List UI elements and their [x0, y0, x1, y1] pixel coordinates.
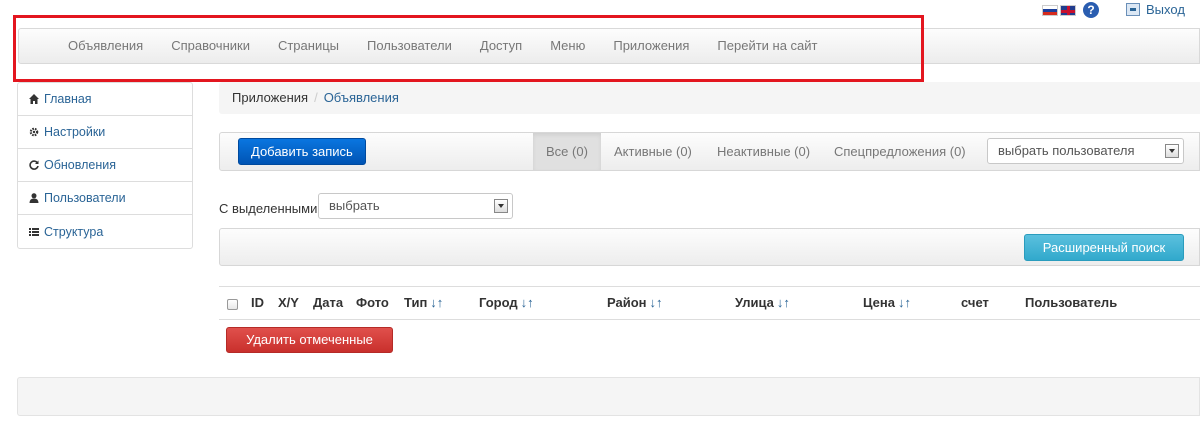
sidebar: Главная Настройки Обновления Пользовател…	[17, 82, 193, 249]
sort-arrows-icon[interactable]: ↓↑	[895, 295, 911, 310]
flag-uk-icon[interactable]	[1060, 5, 1076, 16]
delete-selected-button[interactable]: Удалить отмеченные	[226, 327, 393, 353]
tab-special-offers[interactable]: Спецпредложения (0)	[821, 133, 979, 170]
sidebar-item-label: Главная	[44, 92, 92, 106]
column-header-street[interactable]: Улица ↓↑	[735, 287, 790, 319]
column-header-label: Город	[479, 295, 518, 310]
help-icon[interactable]: ?	[1083, 2, 1099, 18]
column-header-account: счет	[961, 295, 989, 310]
column-header-photo: Фото	[356, 295, 389, 310]
sidebar-item-users[interactable]: Пользователи	[18, 182, 192, 215]
breadcrumb-item-apps[interactable]: Приложения	[232, 90, 308, 105]
chevron-down-icon	[494, 199, 508, 213]
advanced-search-button[interactable]: Расширенный поиск	[1024, 234, 1184, 261]
sidebar-item-label: Пользователи	[44, 191, 126, 205]
table-header: ID X/Y Дата Фото Тип ↓↑ Город ↓↑ Район ↓↑ У…	[219, 286, 1200, 320]
sort-arrows-icon[interactable]: ↓↑	[518, 295, 534, 310]
chevron-down-icon	[1165, 144, 1179, 158]
sidebar-item-updates[interactable]: Обновления	[18, 149, 192, 182]
tab-active[interactable]: Активные (0)	[601, 133, 705, 170]
column-header-id: ID	[251, 295, 264, 310]
sidebar-item-home[interactable]: Главная	[18, 83, 192, 116]
column-header-label: Тип	[404, 295, 428, 310]
logout-label: Выход	[1146, 2, 1185, 17]
breadcrumb-item-ads[interactable]: Объявления	[324, 90, 399, 105]
sidebar-item-settings[interactable]: Настройки	[18, 116, 192, 149]
sort-arrows-icon[interactable]: ↓↑	[774, 295, 790, 310]
user-select-value: выбрать пользователя	[998, 143, 1135, 158]
sidebar-item-label: Обновления	[44, 158, 116, 172]
breadcrumb-separator: /	[314, 90, 318, 105]
sort-arrows-icon[interactable]: ↓↑	[427, 295, 443, 310]
sidebar-item-label: Структура	[44, 224, 104, 239]
column-header-district[interactable]: Район ↓↑	[607, 287, 663, 319]
bulk-action-select[interactable]: выбрать	[318, 193, 513, 219]
highlight-annotation-box	[13, 15, 924, 82]
home-icon	[29, 94, 39, 104]
filter-toolbar: Добавить запись Все (0) Активные (0) Неа…	[219, 132, 1200, 171]
language-switcher	[1042, 5, 1076, 16]
column-header-label: Улица	[735, 295, 774, 310]
column-header-price[interactable]: Цена ↓↑	[863, 287, 911, 319]
gear-icon	[29, 127, 39, 137]
column-header-label: Район	[607, 295, 647, 310]
column-header-xy: X/Y	[278, 295, 299, 310]
user-icon	[29, 193, 39, 203]
column-header-label: Цена	[863, 295, 895, 310]
breadcrumb: Приложения / Объявления	[219, 82, 1200, 114]
bulk-action-label: С выделенными	[219, 201, 318, 216]
bulk-action-select-value: выбрать	[329, 198, 380, 213]
logout-link[interactable]: Выход	[1126, 2, 1185, 17]
tab-all[interactable]: Все (0)	[533, 133, 601, 170]
select-all-checkbox[interactable]	[227, 299, 238, 310]
column-header-type[interactable]: Тип ↓↑	[404, 287, 443, 319]
list-icon	[29, 227, 39, 237]
logout-icon	[1126, 3, 1140, 16]
sidebar-item-structure[interactable]: Структура	[18, 215, 192, 248]
user-select[interactable]: выбрать пользователя	[987, 138, 1184, 164]
sort-arrows-icon[interactable]: ↓↑	[647, 295, 663, 310]
column-header-date: Дата	[313, 295, 344, 310]
sidebar-item-label: Настройки	[44, 125, 106, 139]
flag-ru-icon[interactable]	[1042, 5, 1058, 16]
add-record-button[interactable]: Добавить запись	[238, 138, 366, 165]
footer-bar	[17, 377, 1200, 416]
search-toolbar: Расширенный поиск	[219, 228, 1200, 266]
refresh-icon	[29, 160, 39, 170]
tab-inactive[interactable]: Неактивные (0)	[704, 133, 823, 170]
column-header-city[interactable]: Город ↓↑	[479, 287, 534, 319]
column-header-user: Пользователь	[1025, 295, 1118, 310]
